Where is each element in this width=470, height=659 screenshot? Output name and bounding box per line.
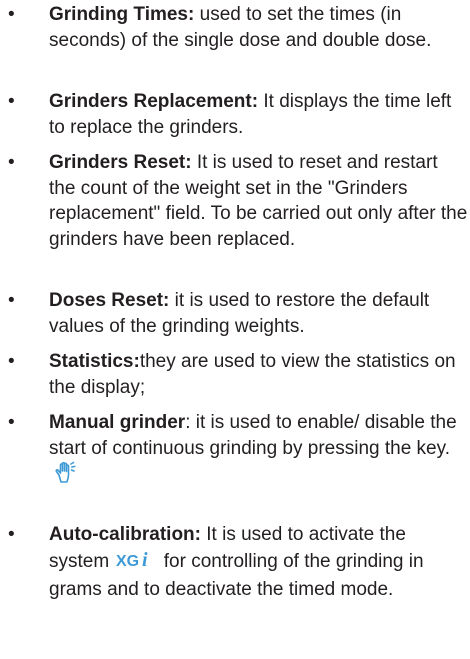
item-text: Grinders Replacement: It displays the ti…	[49, 89, 469, 140]
item-term: Grinders Replacement:	[49, 91, 259, 112]
bullet: •	[8, 412, 15, 433]
item-term: Statistics:	[49, 351, 140, 372]
item-term: Auto-calibration:	[49, 524, 201, 545]
item-text: Grinders Reset: It is used to reset and …	[49, 150, 469, 252]
item-term: Manual grinder	[49, 412, 186, 433]
bullet: •	[8, 351, 15, 372]
xgi-logo: XG i	[116, 548, 156, 578]
svg-text:i: i	[142, 549, 148, 570]
item-text: Doses Reset: it is used to restore the d…	[49, 288, 469, 339]
item-term: Grinding Times:	[49, 4, 195, 25]
svg-text:XG: XG	[116, 553, 139, 570]
item-text: Auto-calibration: It is used to activate…	[49, 522, 469, 603]
item-term: Doses Reset:	[49, 290, 170, 311]
bullet: •	[8, 290, 15, 311]
item-text: Manual grinder: it is used to enable/ di…	[49, 410, 469, 493]
hand-press-icon	[52, 461, 78, 493]
item-text: Statistics:they are used to view the sta…	[49, 349, 469, 400]
bullet: •	[8, 524, 15, 545]
item-text: Grinding Times: used to set the times (i…	[49, 2, 469, 53]
item-term: Grinders Reset:	[49, 152, 192, 173]
bullet: •	[8, 91, 15, 112]
bullet: •	[8, 152, 15, 173]
bullet: •	[8, 4, 15, 25]
